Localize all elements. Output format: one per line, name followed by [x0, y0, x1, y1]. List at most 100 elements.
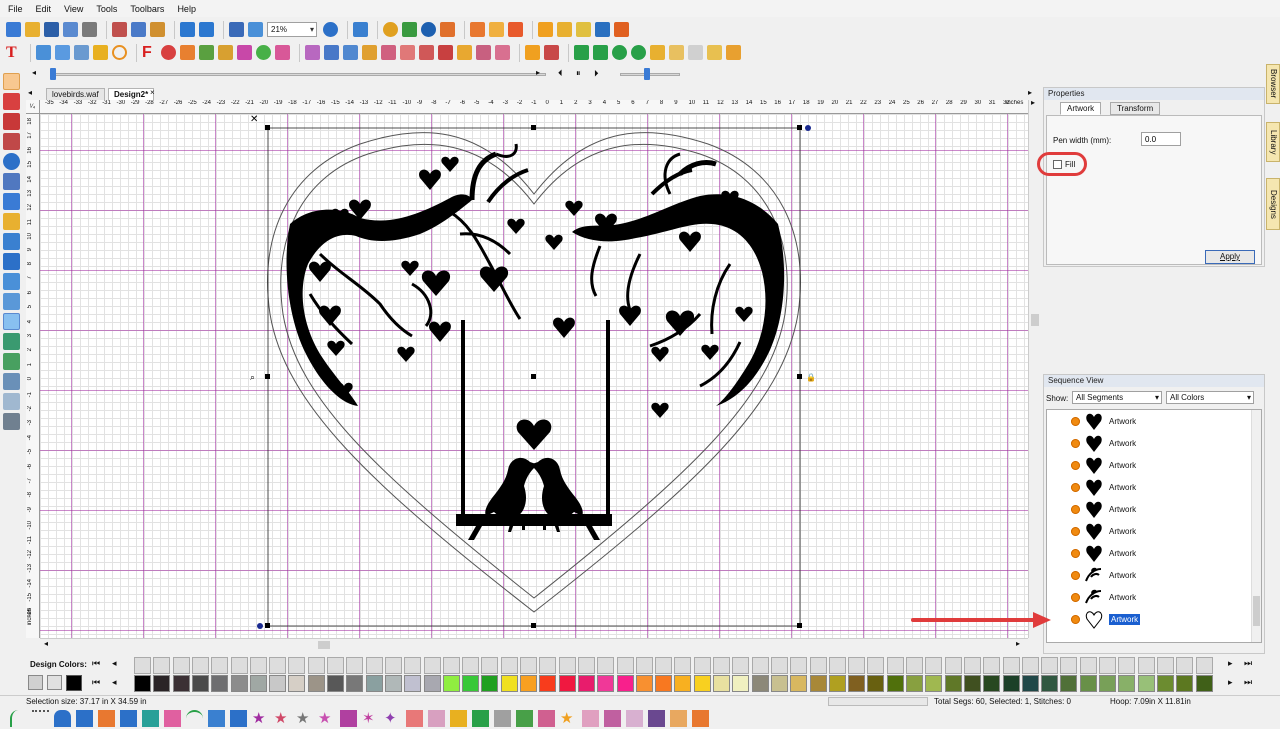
color-swatch[interactable]	[539, 675, 556, 692]
empty-color-slot[interactable]	[443, 657, 460, 674]
circle-shape-icon[interactable]	[112, 45, 127, 60]
empty-color-slot[interactable]	[655, 657, 672, 674]
color-swatch[interactable]	[887, 675, 904, 692]
color-swatch[interactable]	[559, 675, 576, 692]
grid-icon[interactable]	[3, 253, 20, 270]
motif-stitch-icon[interactable]	[98, 710, 115, 727]
badge-icon[interactable]	[256, 45, 271, 60]
lace-frame-icon[interactable]	[582, 710, 599, 727]
share-icon[interactable]	[353, 22, 368, 37]
empty-color-slot[interactable]	[790, 657, 807, 674]
artwork-svg[interactable]: ✕ 🔒 ⌕	[40, 114, 1028, 638]
stitch-slider[interactable]	[50, 73, 546, 76]
trim-icon[interactable]	[476, 45, 491, 60]
empty-color-slot[interactable]	[578, 657, 595, 674]
color-swatch[interactable]	[1176, 675, 1193, 692]
palette-next-row2-icon[interactable]: ▸	[1228, 677, 1233, 688]
diamond-icon[interactable]	[199, 45, 214, 60]
color-swatch[interactable]	[597, 675, 614, 692]
appliqué-icon[interactable]	[36, 45, 51, 60]
3d-view-icon[interactable]	[3, 193, 20, 210]
palette-prev-icon[interactable]: ◂	[112, 658, 117, 669]
tab-design2[interactable]: Design2*	[108, 88, 155, 100]
palette-prev-row2-icon[interactable]: ◂	[112, 677, 117, 688]
color-swatch[interactable]	[327, 675, 344, 692]
color-swatch[interactable]	[655, 675, 672, 692]
rotate-left-icon[interactable]	[612, 45, 627, 60]
empty-color-slot[interactable]	[404, 657, 421, 674]
empty-color-slot[interactable]	[1157, 657, 1174, 674]
sequence-item[interactable]: Artwork	[1071, 454, 1136, 476]
scroll-right-arrow-icon[interactable]: ▸	[1031, 98, 1035, 107]
sequence-item[interactable]: Artwork	[1071, 608, 1141, 630]
color-swatch[interactable]	[1080, 675, 1097, 692]
fill-tool-icon[interactable]	[440, 22, 455, 37]
zigzag-icon[interactable]	[648, 710, 665, 727]
speed-slider-thumb[interactable]	[644, 68, 650, 80]
color-swatch[interactable]	[674, 675, 691, 692]
slider-right-arrow-icon[interactable]: ▸	[536, 68, 540, 77]
ribbon-bow-icon[interactable]	[340, 710, 357, 727]
color-swatch[interactable]	[829, 675, 846, 692]
empty-color-slot[interactable]	[250, 657, 267, 674]
star-pink-icon[interactable]: ★	[318, 710, 335, 727]
color-swatch[interactable]	[424, 675, 441, 692]
color-sort-icon[interactable]	[3, 373, 20, 390]
arrange-icon[interactable]	[362, 45, 377, 60]
texture-icon[interactable]	[538, 22, 553, 37]
color-swatch[interactable]	[1118, 675, 1135, 692]
intersect-icon[interactable]	[495, 45, 510, 60]
fill-checkbox[interactable]	[1053, 160, 1062, 169]
frame-icon[interactable]	[557, 22, 572, 37]
empty-color-slot[interactable]	[1041, 657, 1058, 674]
palette-search-icon[interactable]	[47, 675, 62, 690]
chat-icon[interactable]	[3, 393, 20, 410]
measure-icon[interactable]	[3, 173, 20, 190]
color-swatch[interactable]	[1157, 675, 1174, 692]
color-swatch[interactable]	[752, 675, 769, 692]
color-swatch[interactable]	[1099, 675, 1116, 692]
color-swatch[interactable]	[404, 675, 421, 692]
palette-last-row2-icon[interactable]: ⏭	[1244, 677, 1252, 688]
empty-color-slot[interactable]	[829, 657, 846, 674]
tab-scroll-right-icon[interactable]: ▸	[1028, 88, 1032, 97]
current-color-swatch[interactable]	[66, 675, 82, 691]
save-as-icon[interactable]	[63, 22, 78, 37]
empty-color-slot[interactable]	[887, 657, 904, 674]
empty-color-slot[interactable]	[288, 657, 305, 674]
empty-color-slot[interactable]	[694, 657, 711, 674]
curve-stitch-icon[interactable]	[230, 710, 247, 727]
print-preview-icon[interactable]	[3, 413, 20, 430]
flame-icon[interactable]	[470, 22, 485, 37]
color-swatch[interactable]	[520, 675, 537, 692]
flower-icon[interactable]	[237, 45, 252, 60]
trace-icon[interactable]	[383, 22, 398, 37]
menu-edit[interactable]: Edit	[36, 4, 52, 14]
color-swatch[interactable]	[906, 675, 923, 692]
empty-color-slot[interactable]	[810, 657, 827, 674]
palette-next-icon[interactable]: ▸	[1228, 658, 1233, 669]
palette-first-row2-icon[interactable]: ⏮	[92, 677, 100, 688]
star-shape-icon[interactable]	[93, 45, 108, 60]
hscroll-thumb[interactable]	[318, 641, 330, 649]
empty-color-slot[interactable]	[1196, 657, 1213, 674]
tab-browser[interactable]: Browser	[1266, 64, 1280, 104]
menu-help[interactable]: Help	[177, 4, 196, 14]
empty-color-slot[interactable]	[539, 657, 556, 674]
feather-stitch-icon[interactable]	[472, 710, 489, 727]
play-icon[interactable]: ⏵	[594, 68, 599, 79]
color-swatch[interactable]	[346, 675, 363, 692]
empty-color-slot[interactable]	[713, 657, 730, 674]
duplicate-icon[interactable]	[650, 45, 665, 60]
hoop-view-icon[interactable]	[229, 22, 244, 37]
star-gray-icon[interactable]: ★	[296, 710, 313, 727]
help-icon[interactable]	[323, 22, 338, 37]
sequence-scrollbar[interactable]	[1251, 410, 1261, 642]
color-swatch[interactable]	[1060, 675, 1077, 692]
group-icon[interactable]	[381, 45, 396, 60]
tab-artwork[interactable]: Artwork	[1060, 102, 1102, 115]
empty-color-slot[interactable]	[1003, 657, 1020, 674]
color-swatch[interactable]	[366, 675, 383, 692]
empty-color-slot[interactable]	[1099, 657, 1116, 674]
color-swatch[interactable]	[964, 675, 981, 692]
